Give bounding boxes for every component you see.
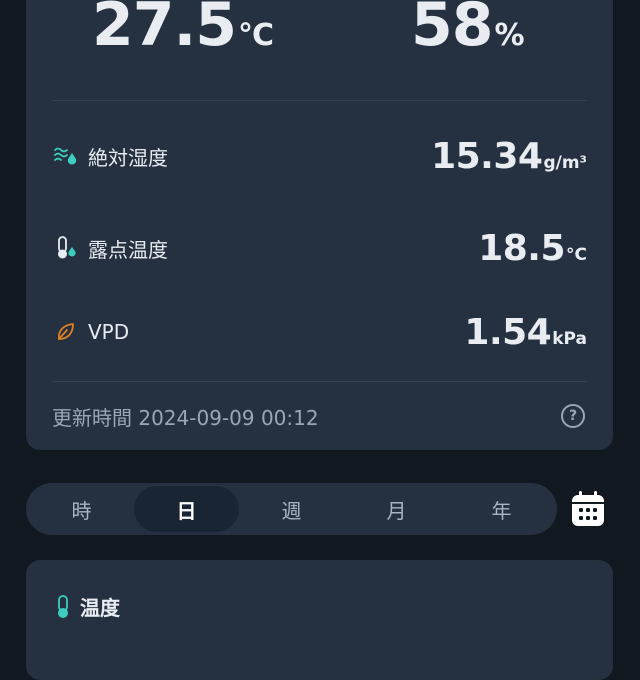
question-icon: ? — [568, 408, 578, 424]
vpd-row: VPD 1.54kPa — [52, 307, 587, 357]
dew-point-value: 18.5°C — [478, 227, 587, 269]
chart-title: 温度 — [52, 592, 120, 621]
thermometer-icon — [52, 594, 74, 620]
summary-card: 27.5°C 58% 絶対湿度 15.34g/m³ 露点温度 18.5°C VP… — [26, 0, 613, 450]
divider — [52, 381, 587, 382]
humidity-value: 58 — [411, 0, 493, 60]
humidity-unit: % — [494, 18, 525, 53]
vpd-label: VPD — [88, 320, 130, 344]
tab-month[interactable]: 月 — [344, 486, 449, 532]
chart-title-label: 温度 — [80, 596, 120, 620]
divider — [52, 100, 587, 101]
tab-day[interactable]: 日 — [134, 486, 239, 532]
leaf-icon — [52, 318, 80, 346]
temperature-value: 27.5 — [92, 0, 237, 60]
tab-hour[interactable]: 時 — [29, 486, 134, 532]
dew-point-row: 露点温度 18.5°C — [52, 223, 587, 273]
tab-week[interactable]: 週 — [239, 486, 344, 532]
temperature-reading: 27.5°C — [92, 0, 274, 60]
absolute-humidity-value: 15.34g/m³ — [431, 135, 587, 177]
absolute-humidity-row: 絶対湿度 15.34g/m³ — [52, 131, 587, 181]
calendar-icon — [572, 491, 604, 526]
help-button[interactable]: ? — [561, 404, 585, 428]
update-time: 更新時間 2024-09-09 00:12 — [52, 406, 319, 430]
period-selector: 時 日 週 月 年 — [26, 483, 557, 535]
dew-point-icon — [52, 234, 80, 262]
tab-year[interactable]: 年 — [449, 486, 554, 532]
humidity-reading: 58% — [411, 0, 525, 60]
temperature-chart-card: 温度 — [26, 560, 613, 680]
temperature-unit: °C — [238, 18, 274, 53]
absolute-humidity-icon — [52, 142, 80, 170]
dew-point-label: 露点温度 — [88, 237, 168, 262]
calendar-button[interactable] — [570, 490, 606, 528]
absolute-humidity-label: 絶対湿度 — [88, 145, 168, 170]
vpd-value: 1.54kPa — [464, 311, 587, 353]
